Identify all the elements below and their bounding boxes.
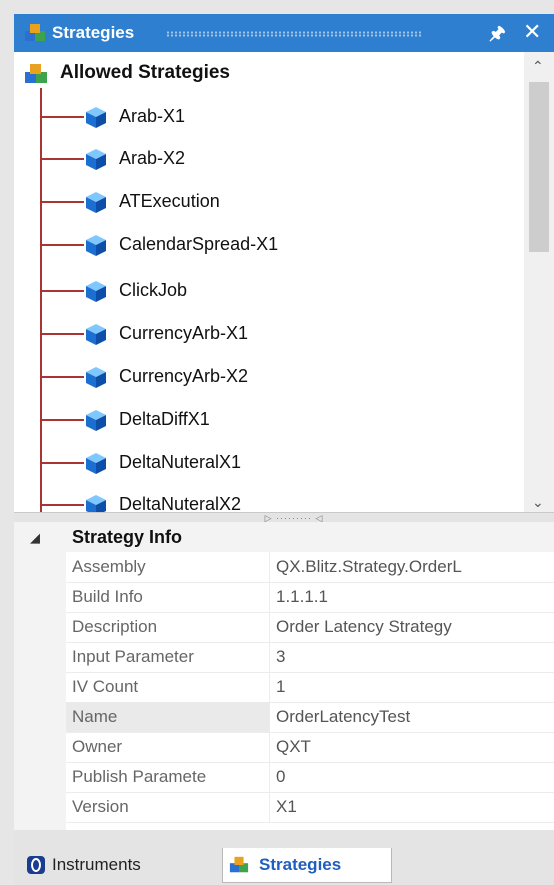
tree-branch-line (40, 504, 84, 506)
tree-branch-line (40, 290, 84, 292)
tree-item-label: ClickJob (119, 280, 188, 300)
property-name: Version (66, 792, 270, 822)
tree-branch-line (40, 462, 84, 464)
tree-branch-line (40, 333, 84, 335)
tree-branch-line (40, 244, 84, 246)
tab-strategies[interactable]: Strategies (222, 848, 392, 883)
tree-item[interactable]: ATExecution (40, 187, 510, 217)
property-name: Name (66, 702, 270, 732)
cube-icon (86, 281, 106, 302)
property-name: Description (66, 612, 270, 642)
tree-item[interactable]: Arab-X2 (40, 144, 510, 174)
close-icon[interactable]: ✕ (523, 19, 541, 45)
cube-icon (86, 495, 106, 512)
tree-branch-line (40, 116, 84, 118)
property-value[interactable]: 0 (272, 762, 554, 792)
property-category-title: Strategy Info (72, 527, 183, 547)
property-row[interactable]: Description Order Latency Strategy (66, 612, 554, 643)
tree-root-label: Allowed Strategies (60, 62, 230, 83)
tree-item[interactable]: CurrencyArb-X1 (40, 319, 510, 349)
tab-label: Strategies (259, 855, 342, 874)
tree-item[interactable]: CalendarSpread-X1 (40, 230, 510, 260)
splitter-grip-icon[interactable]: ▷ ········· ◁ (214, 514, 374, 523)
tree-scrollbar[interactable]: ⌃ ⌄ (524, 52, 554, 512)
tree-item-label: ATExecution (119, 191, 220, 211)
strategies-icon (229, 856, 249, 873)
property-value[interactable]: 1 (272, 672, 554, 702)
property-row[interactable]: Publish Paramete 0 (66, 762, 554, 793)
property-row[interactable]: Name OrderLatencyTest (66, 702, 554, 733)
tree-item[interactable]: DeltaNuteralX2 (40, 490, 510, 512)
tree-branch-line (40, 201, 84, 203)
tree-item-label: DeltaNuteralX2 (119, 494, 242, 512)
property-name: Owner (66, 732, 270, 762)
property-row[interactable]: Owner QXT (66, 732, 554, 763)
cube-icon (86, 324, 106, 345)
cube-icon (86, 107, 106, 128)
tree-item-label: DeltaNuteralX1 (119, 452, 242, 472)
tree-item[interactable]: Arab-X1 (40, 102, 510, 132)
property-name: Input Parameter (66, 642, 270, 672)
tree-branch-line (40, 419, 84, 421)
cube-icon (86, 149, 106, 170)
property-name: Assembly (66, 552, 270, 582)
strategies-group-icon (25, 64, 47, 83)
cube-icon (86, 410, 106, 431)
tree-item-label: CurrencyArb-X2 (119, 366, 249, 386)
instruments-icon (27, 856, 45, 874)
property-value[interactable]: QXT (272, 732, 554, 762)
tab-label: Instruments (52, 855, 141, 874)
tree-branch-line (40, 158, 84, 160)
strategies-icon (25, 24, 45, 41)
property-value[interactable]: OrderLatencyTest (272, 702, 554, 732)
property-row[interactable]: Version X1 (66, 792, 554, 823)
tree-item[interactable]: DeltaDiffX1 (40, 405, 510, 435)
property-category-header[interactable]: ◢ Strategy Info (14, 522, 554, 552)
property-value[interactable]: Order Latency Strategy (272, 612, 554, 642)
scroll-down-icon[interactable]: ⌄ (532, 494, 544, 511)
property-row[interactable]: Assembly QX.Blitz.Strategy.OrderL (66, 552, 554, 583)
strategy-tree[interactable]: Allowed Strategies Arab-X1 Arab-X2 ATExe… (14, 52, 524, 512)
tab-instruments[interactable]: Instruments (20, 848, 220, 882)
property-value[interactable]: 3 (272, 642, 554, 672)
bottom-tab-strip: Instruments Strategies (14, 830, 554, 885)
panel-title: Strategies (52, 23, 135, 42)
property-value[interactable]: 1.1.1.1 (272, 582, 554, 612)
cube-icon (86, 235, 106, 256)
tree-branch-line (40, 376, 84, 378)
tree-item[interactable]: CurrencyArb-X2 (40, 362, 510, 392)
cube-icon (86, 453, 106, 474)
cube-icon (86, 367, 106, 388)
titlebar-grip[interactable] (166, 31, 421, 37)
tree-item[interactable]: DeltaNuteralX1 (40, 448, 510, 478)
property-value[interactable]: X1 (272, 792, 554, 822)
property-name: Publish Paramete (66, 762, 270, 792)
scroll-up-icon[interactable]: ⌃ (532, 58, 544, 75)
tree-item-label: Arab-X2 (119, 148, 186, 168)
property-grid: ◢ Strategy Info Assembly QX.Blitz.Strate… (14, 522, 554, 830)
collapse-triangle-icon[interactable]: ◢ (30, 530, 40, 546)
tree-item-label: CurrencyArb-X1 (119, 323, 249, 343)
property-value[interactable]: QX.Blitz.Strategy.OrderL (272, 552, 554, 582)
strategies-panel: Strategies 🖈︎ ✕ Allowed Strategies Arab-… (0, 0, 554, 885)
cube-icon (86, 192, 106, 213)
pin-icon[interactable]: 🖈︎ (489, 21, 506, 51)
property-name: Build Info (66, 582, 270, 612)
tree-item-label: DeltaDiffX1 (119, 409, 210, 429)
property-grid-gutter (14, 552, 66, 830)
property-row[interactable]: Input Parameter 3 (66, 642, 554, 673)
property-name: IV Count (66, 672, 270, 702)
tree-item[interactable]: ClickJob (40, 276, 510, 306)
property-row[interactable]: IV Count 1 (66, 672, 554, 703)
scrollbar-thumb[interactable] (529, 82, 549, 252)
panel-titlebar[interactable]: Strategies 🖈︎ ✕ (14, 14, 554, 52)
tree-item-label: CalendarSpread-X1 (119, 234, 279, 254)
property-row[interactable]: Build Info 1.1.1.1 (66, 582, 554, 613)
tree-item-label: Arab-X1 (119, 106, 186, 126)
